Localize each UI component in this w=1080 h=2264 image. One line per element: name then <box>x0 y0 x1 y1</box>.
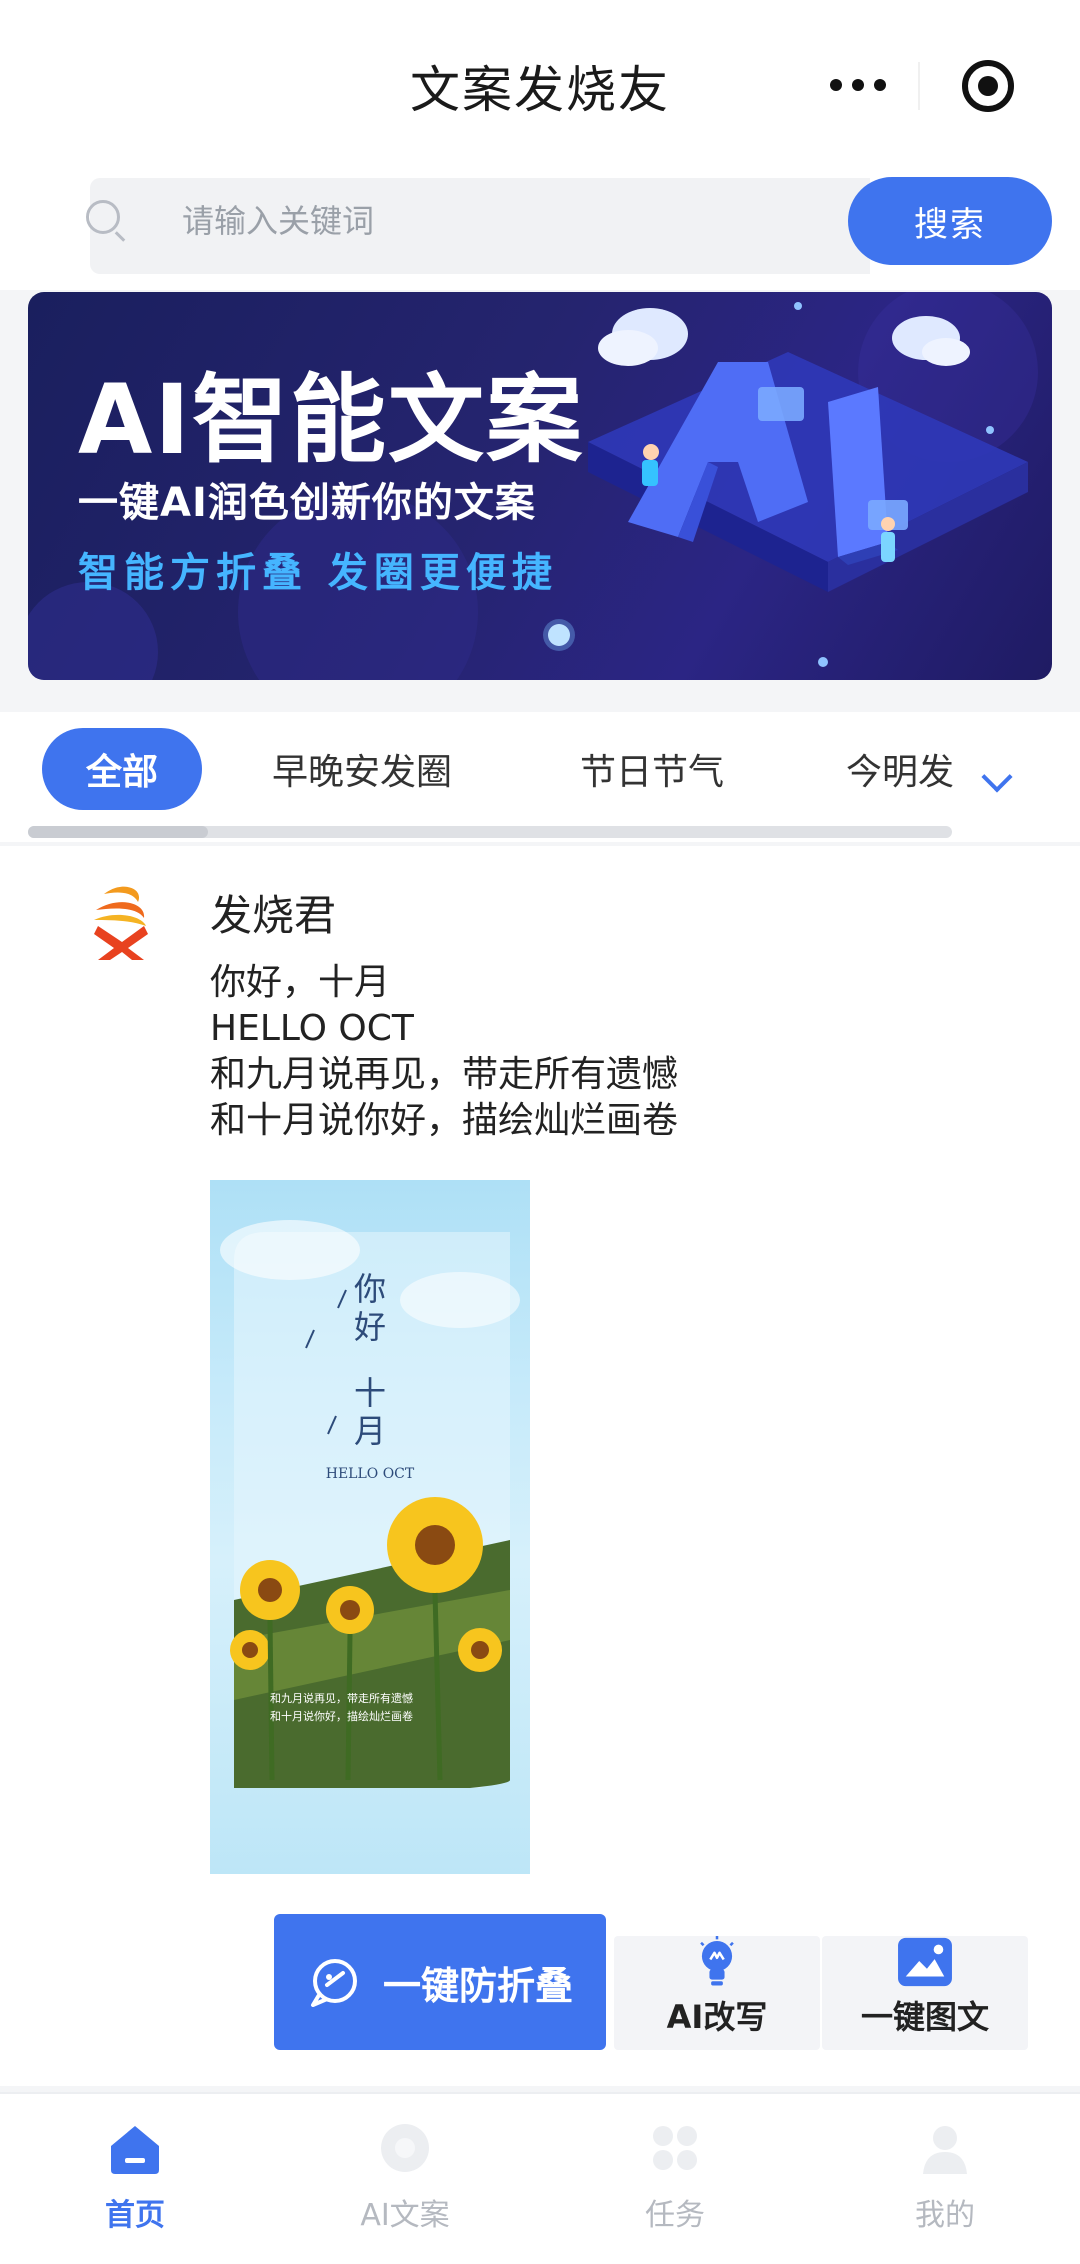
image-icon <box>898 1937 952 1987</box>
tabbar-item-home[interactable]: 首页 <box>45 2120 225 2234</box>
post-author-name: 发烧君 <box>210 891 337 940</box>
home-icon <box>111 2126 159 2174</box>
capsule-divider <box>918 62 920 110</box>
anti-fold-label: 一键防折叠 <box>382 1963 573 2008</box>
tabbar-item-tasks[interactable]: 任务 <box>585 2120 765 2234</box>
close-miniprogram-icon[interactable] <box>962 60 1014 112</box>
tasks-icon <box>653 2126 697 2170</box>
image-text-button[interactable]: 一键图文 <box>822 1936 1028 2050</box>
tab-scroll-thumb[interactable] <box>28 826 208 838</box>
banner-title: AI智能文案 <box>78 364 585 476</box>
post-poster-image[interactable]: 你好 十月 HELLO OCT 和九月说再见，带走所有遗憾 和十月说你好，描绘灿… <box>210 1180 530 1874</box>
chat-bubble-icon <box>310 1959 357 2007</box>
ai-copy-icon <box>381 2124 429 2172</box>
post-line: 你好，十月 <box>210 962 391 1003</box>
more-options-icon[interactable] <box>818 60 898 110</box>
tabbar-item-ai-copy[interactable]: AI文案 <box>315 2120 495 2234</box>
banner-pagination-dot[interactable] <box>548 624 570 646</box>
post-line: 和十月说你好，描绘灿烂画卷 <box>210 1100 679 1141</box>
post-content: 你好，十月 HELLO OCT 和九月说再见，带走所有遗憾 和十月说你好，描绘灿… <box>210 960 678 1144</box>
search-button[interactable]: 搜索 <box>848 177 1052 265</box>
search-input[interactable] <box>180 196 784 246</box>
tabbar-item-mine[interactable]: 我的 <box>855 2120 1035 2234</box>
avatar-flame-logo-icon <box>94 886 148 960</box>
banner-subtitle: 一键AI润色创新你的文案 <box>78 480 536 526</box>
promo-banner[interactable]: AI智能文案 一键AI润色创新你的文案 智能方折叠 发圈更便捷 <box>28 292 1052 680</box>
poster-footer-line-2: 和十月说你好，描绘灿烂画卷 <box>270 1710 413 1723</box>
ai-rewrite-label: AI改写 <box>666 1998 768 2036</box>
tab-all[interactable]: 全部 <box>42 728 202 810</box>
poster-caption: HELLO OCT <box>325 1466 415 1482</box>
ai-rewrite-button[interactable]: AI改写 <box>614 1936 820 2050</box>
post-line: HELLO OCT <box>210 1008 414 1049</box>
tab-festivals[interactable]: 节日节气 <box>580 728 724 810</box>
poster-footer-line-1: 和九月说再见，带走所有遗憾 <box>270 1692 413 1705</box>
tabbar-label-mine: 我的 <box>915 2198 975 2233</box>
tabbar-label-ai-copy: AI文案 <box>360 2198 450 2233</box>
poster-title-october: 十月 <box>353 1374 386 1450</box>
poster-title-hello: 你好 <box>353 1270 386 1346</box>
anti-fold-button[interactable]: 一键防折叠 <box>274 1914 606 2050</box>
tabbar-label-home: 首页 <box>105 2198 165 2233</box>
lightbulb-icon <box>700 1936 734 1986</box>
image-text-label: 一键图文 <box>860 1998 989 2036</box>
tab-morning-evening[interactable]: 早晚安发圈 <box>272 728 452 810</box>
tabbar-label-tasks: 任务 <box>645 2198 705 2233</box>
post-line: 和九月说再见，带走所有遗憾 <box>210 1054 679 1095</box>
tab-today-tomorrow[interactable]: 今明发 <box>846 728 954 810</box>
search-icon <box>86 200 120 234</box>
user-icon <box>923 2126 967 2174</box>
banner-tagline: 智能方折叠 发圈更便捷 <box>78 550 558 596</box>
